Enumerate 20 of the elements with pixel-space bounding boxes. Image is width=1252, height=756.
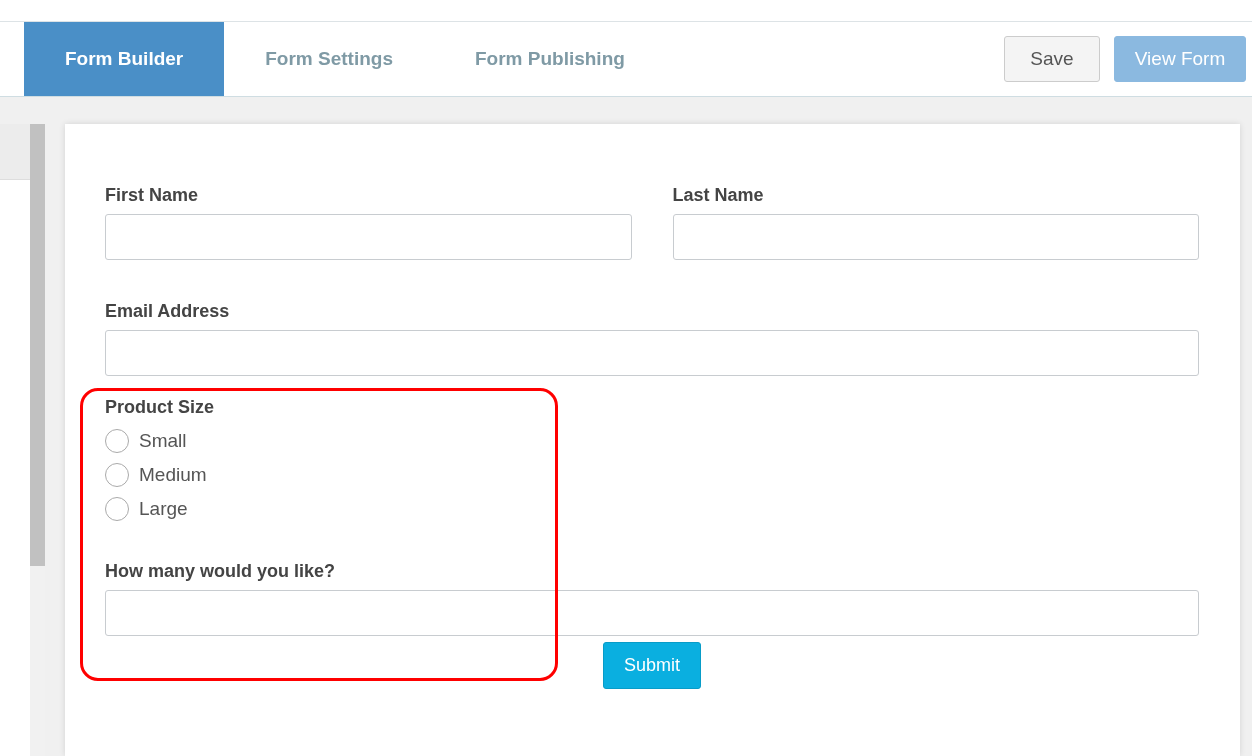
input-field[interactable] bbox=[105, 590, 1199, 636]
radio-option[interactable]: Large bbox=[105, 492, 1199, 526]
radio-option[interactable]: Small bbox=[105, 424, 1199, 458]
field-label: How many would you like? bbox=[105, 560, 337, 582]
field-label: Product Size bbox=[105, 396, 216, 418]
input-field[interactable] bbox=[672, 214, 1199, 260]
view-form-button[interactable]: View Form bbox=[1114, 36, 1246, 82]
save-button[interactable]: Save bbox=[1004, 36, 1100, 82]
input-field[interactable] bbox=[105, 330, 1199, 376]
field-label: Last Name bbox=[672, 184, 765, 206]
radio-option[interactable]: Medium bbox=[105, 458, 1199, 492]
radio-button[interactable] bbox=[105, 463, 129, 487]
submit-button[interactable]: Submit bbox=[603, 642, 701, 689]
input-field[interactable] bbox=[105, 214, 632, 260]
radio-button[interactable] bbox=[105, 429, 129, 453]
radio-button[interactable] bbox=[105, 497, 129, 521]
field-label: First Name bbox=[105, 184, 200, 206]
field-label: Email Address bbox=[105, 300, 231, 322]
scrollbar-thumb[interactable] bbox=[30, 124, 45, 566]
tab[interactable]: Form Builder bbox=[24, 22, 225, 96]
